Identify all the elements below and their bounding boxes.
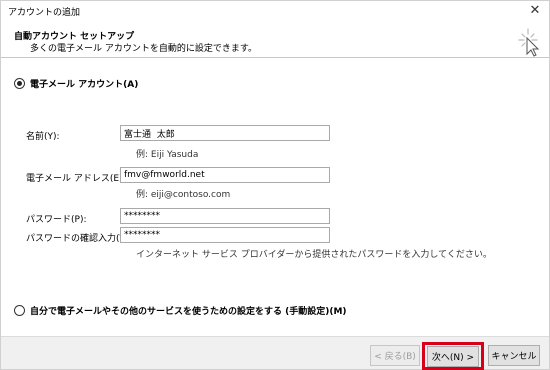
password-confirm-label: パスワードの確認入力(T): xyxy=(26,234,132,244)
close-icon[interactable]: ✕ xyxy=(527,3,543,19)
name-input[interactable] xyxy=(120,125,330,141)
email-account-label: 電子メール アカウント(A) xyxy=(30,80,139,90)
wizard-header: 自動アカウント セットアップ 多くの電子メール アカウントを自動的に設定できます… xyxy=(1,23,549,58)
cancel-button[interactable]: キャンセル xyxy=(488,345,540,366)
manual-setup-radio-row[interactable]: 自分で電子メールやその他のサービスを使うための設定をする (手動設定)(M) xyxy=(14,304,347,317)
password-note: インターネット サービス プロバイダーから提供されたパスワードを入力してください… xyxy=(136,250,492,260)
email-account-radio-row[interactable]: 電子メール アカウント(A) xyxy=(14,77,138,90)
window-title: アカウントの追加 xyxy=(8,8,81,18)
header-subtitle: 多くの電子メール アカウントを自動的に設定できます。 xyxy=(30,44,257,54)
password-input[interactable] xyxy=(120,208,330,224)
email-input[interactable] xyxy=(120,167,330,183)
title-bar: アカウントの追加 ✕ xyxy=(1,1,549,23)
password-label: パスワード(P): xyxy=(26,215,87,225)
email-account-radio[interactable] xyxy=(14,78,25,89)
manual-setup-label: 自分で電子メールやその他のサービスを使うための設定をする (手動設定)(M) xyxy=(30,307,347,317)
email-label: 電子メール アドレス(E): xyxy=(26,174,126,184)
wizard-content: 電子メール アカウント(A) 名前(Y): 例: Eiji Yasuda 電子メ… xyxy=(1,59,549,336)
email-hint: 例: eiji@contoso.com xyxy=(136,190,231,200)
next-button[interactable]: 次へ(N) > xyxy=(427,346,479,367)
wizard-sparkle-icon xyxy=(518,28,540,57)
name-hint: 例: Eiji Yasuda xyxy=(136,150,199,160)
name-label: 名前(Y): xyxy=(26,132,60,142)
password-confirm-input[interactable] xyxy=(120,227,330,243)
back-button[interactable]: < 戻る(B) xyxy=(370,345,420,366)
add-account-dialog: アカウントの追加 ✕ 自動アカウント セットアップ 多くの電子メール アカウント… xyxy=(0,0,550,370)
wizard-footer: < 戻る(B) 次へ(N) > キャンセル xyxy=(1,336,549,370)
manual-setup-radio[interactable] xyxy=(14,305,25,316)
